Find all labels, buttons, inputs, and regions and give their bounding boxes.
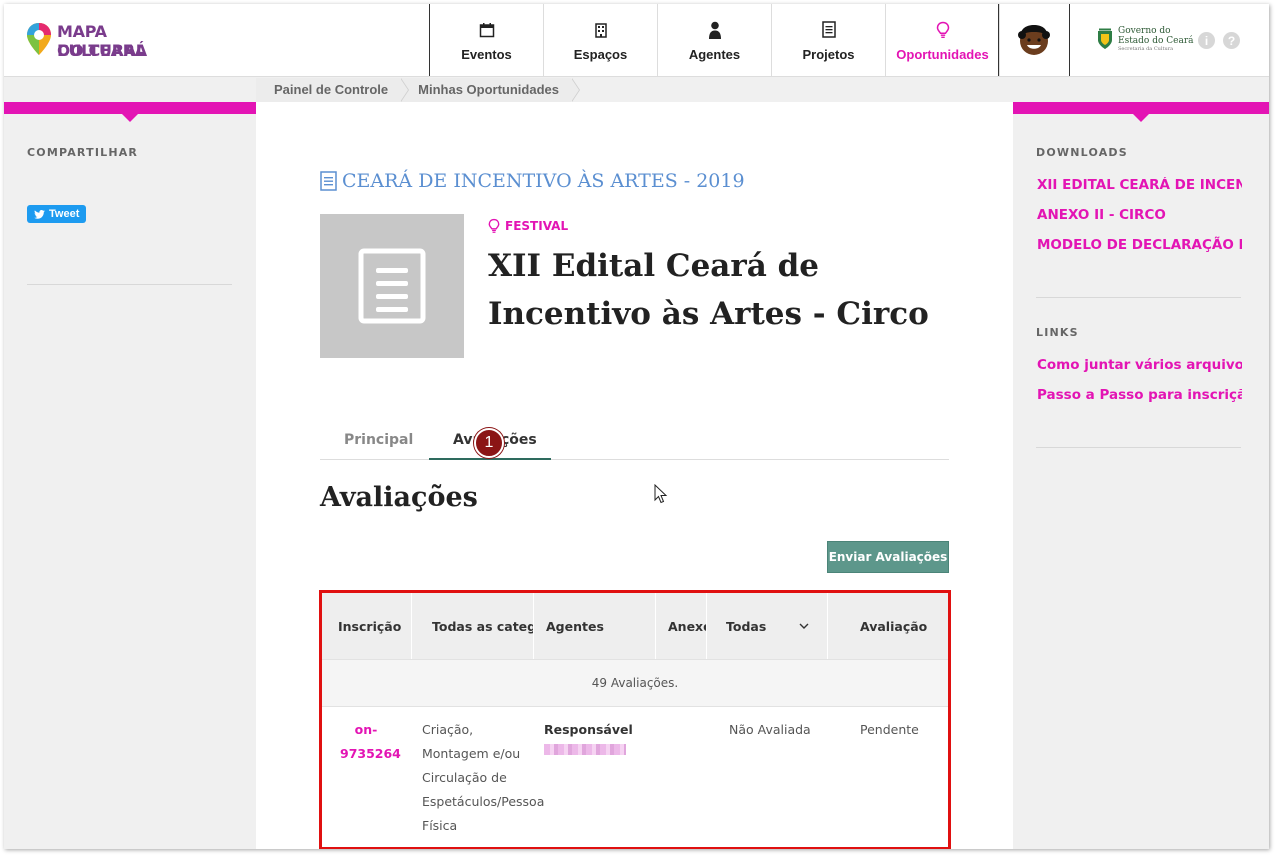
browser-frame: MAPA CULTURAL DO CEARÁ Eventos Espaços A… bbox=[4, 4, 1269, 849]
col-inscricao[interactable]: Inscrição bbox=[322, 593, 412, 659]
sidebar-accent-bar bbox=[4, 102, 256, 122]
external-link[interactable]: Como juntar vários arquivos em bbox=[1037, 357, 1242, 373]
lightbulb-icon bbox=[488, 218, 500, 233]
sidebar-divider bbox=[1036, 447, 1241, 448]
download-link[interactable]: ANEXO II - CIRCO bbox=[1037, 207, 1242, 223]
agent-cell: Responsável bbox=[544, 718, 654, 755]
building-icon bbox=[593, 19, 609, 41]
col-anexos[interactable]: Anexos bbox=[656, 593, 707, 659]
download-link[interactable]: XII EDITAL CEARÁ DE INCENTIVO bbox=[1037, 177, 1242, 193]
document-icon bbox=[821, 19, 836, 41]
left-sidebar: COMPARTILHAR Tweet bbox=[4, 102, 256, 849]
calendar-icon bbox=[479, 19, 495, 41]
nav-projetos-label: Projetos bbox=[802, 46, 855, 62]
sidebar-divider bbox=[1036, 297, 1241, 298]
status-cell: Não Avaliada bbox=[729, 722, 811, 737]
links-list: Como juntar vários arquivos em Passo a P… bbox=[1037, 357, 1242, 417]
section-title: Avaliações bbox=[320, 482, 478, 513]
lightbulb-icon bbox=[936, 19, 950, 41]
document-placeholder-icon bbox=[358, 248, 426, 324]
blurred-agent-name bbox=[544, 744, 626, 755]
opportunity-type: FESTIVAL bbox=[488, 218, 568, 234]
nav-oportunidades[interactable]: Oportunidades bbox=[886, 4, 1000, 76]
document-icon bbox=[320, 171, 337, 191]
col-status-filter[interactable]: Todas bbox=[707, 593, 828, 659]
nav-oportunidades-label: Oportunidades bbox=[896, 46, 989, 62]
gov-line1: Governo do bbox=[1118, 26, 1171, 36]
logo-line2: DO CEARÁ bbox=[57, 41, 147, 60]
coat-of-arms-icon bbox=[1098, 28, 1112, 49]
government-logo: Governo do Estado do Ceará Secretaria da… bbox=[1096, 26, 1194, 52]
download-link[interactable]: MODELO DE DECLARAÇÃO DE bbox=[1037, 237, 1242, 253]
main-nav: Eventos Espaços Agentes Projetos Oportun… bbox=[429, 4, 1000, 76]
share-heading: COMPARTILHAR bbox=[27, 146, 139, 159]
nav-projetos[interactable]: Projetos bbox=[772, 4, 886, 76]
tweet-button[interactable]: Tweet bbox=[27, 205, 87, 223]
nav-espacos[interactable]: Espaços bbox=[544, 4, 658, 76]
external-link[interactable]: Passo a Passo para inscrição bbox=[1037, 387, 1242, 403]
col-avaliacao[interactable]: Avaliação bbox=[828, 593, 948, 659]
col-agentes[interactable]: Agentes bbox=[534, 593, 656, 659]
parent-opportunity-link[interactable]: CEARÁ DE INCENTIVO ÀS ARTES - 2019 bbox=[320, 170, 745, 192]
map-pin-logo-icon bbox=[27, 23, 51, 55]
evaluation-cell: Pendente bbox=[860, 722, 919, 737]
tabs: Principal Avaliações bbox=[320, 424, 949, 460]
main-content: CEARÁ DE INCENTIVO ÀS ARTES - 2019 FESTI… bbox=[256, 102, 1013, 849]
user-avatar[interactable] bbox=[998, 4, 1070, 76]
evaluations-table: Inscrição Todas as categorias Agentes An… bbox=[319, 590, 951, 849]
chevron-down-icon bbox=[799, 623, 809, 629]
sidebar-divider bbox=[27, 283, 232, 285]
info-icon[interactable]: i bbox=[1198, 32, 1215, 49]
mouse-cursor-icon bbox=[654, 484, 668, 504]
page-title: XII Edital Ceará de Incentivo às Artes -… bbox=[488, 248, 929, 332]
breadcrumb-minhas-oportunidades[interactable]: Minhas Oportunidades bbox=[400, 78, 580, 102]
nav-eventos-label: Eventos bbox=[461, 46, 512, 62]
project-thumbnail bbox=[320, 214, 464, 358]
person-icon bbox=[708, 19, 722, 41]
avatar-face-icon bbox=[1018, 25, 1050, 55]
twitter-bird-icon bbox=[34, 209, 45, 219]
status-filter-label: Todas bbox=[726, 618, 767, 634]
site-header: MAPA CULTURAL DO CEARÁ Eventos Espaços A… bbox=[4, 4, 1269, 77]
registration-link[interactable]: on-9735264 bbox=[340, 718, 401, 766]
help-icons: i ? bbox=[1198, 32, 1240, 49]
gov-line3: Secretaria da Cultura bbox=[1118, 46, 1174, 52]
nav-espacos-label: Espaços bbox=[573, 46, 628, 62]
agent-role-label: Responsável bbox=[544, 722, 633, 737]
tweet-label: Tweet bbox=[49, 208, 80, 220]
right-sidebar: DOWNLOADS XII EDITAL CEARÁ DE INCENTIVO … bbox=[1013, 102, 1269, 849]
parent-opportunity-title: CEARÁ DE INCENTIVO ÀS ARTES - 2019 bbox=[342, 170, 745, 192]
category-cell: Criação, Montagem e/ou Circulação de Esp… bbox=[422, 722, 545, 833]
nav-eventos[interactable]: Eventos bbox=[430, 4, 544, 76]
downloads-list: XII EDITAL CEARÁ DE INCENTIVO ANEXO II -… bbox=[1037, 177, 1242, 267]
table-row: on-9735264 Criação, Montagem e/ou Circul… bbox=[322, 708, 948, 847]
help-icon[interactable]: ? bbox=[1223, 32, 1240, 49]
col-categorias-filter[interactable]: Todas as categorias bbox=[412, 593, 534, 659]
breadcrumb-painel[interactable]: Painel de Controle bbox=[256, 78, 410, 102]
tab-principal[interactable]: Principal bbox=[344, 432, 413, 448]
opportunity-type-label: FESTIVAL bbox=[505, 219, 569, 233]
breadcrumb: Painel de Controle Minhas Oportunidades bbox=[256, 78, 580, 102]
sidebar-accent-bar bbox=[1013, 102, 1269, 122]
table-header: Inscrição Todas as categorias Agentes An… bbox=[322, 593, 948, 659]
evaluations-count: 49 Avaliações. bbox=[322, 659, 948, 707]
send-evaluations-button[interactable]: Enviar Avaliações bbox=[827, 541, 949, 573]
gov-line2: Estado do Ceará bbox=[1118, 36, 1194, 46]
site-logo[interactable]: MAPA CULTURAL DO CEARÁ bbox=[24, 18, 184, 64]
nav-agentes[interactable]: Agentes bbox=[658, 4, 772, 76]
step-marker: 1 bbox=[474, 428, 504, 458]
links-heading: LINKS bbox=[1036, 326, 1079, 339]
downloads-heading: DOWNLOADS bbox=[1036, 146, 1128, 159]
nav-agentes-label: Agentes bbox=[688, 46, 741, 62]
